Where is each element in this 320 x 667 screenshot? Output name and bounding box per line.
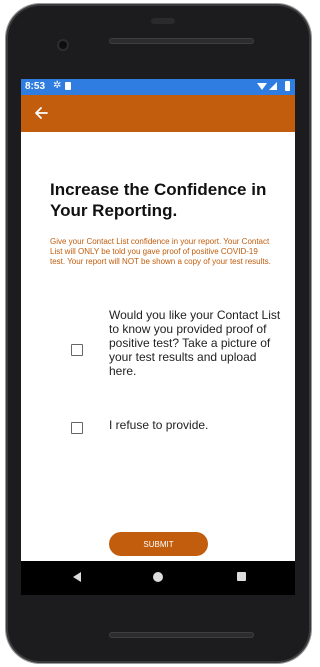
app-bar: [21, 95, 295, 132]
top-speaker: [151, 18, 175, 24]
nav-recents-icon[interactable]: [237, 572, 246, 581]
bottom-speaker: [109, 632, 254, 638]
nav-back-icon[interactable]: [73, 572, 81, 582]
refuse-checkbox[interactable]: [71, 422, 83, 434]
page-title: Increase the Confidence in Your Reportin…: [50, 180, 267, 220]
provide-proof-label: Would you like your Contact List to know…: [109, 308, 281, 378]
wifi-icon: [257, 83, 267, 90]
status-time: 8:53: [25, 81, 46, 92]
battery-icon: [285, 81, 290, 91]
sim-card-icon: [65, 82, 71, 90]
status-bar: 8:53 ✲: [21, 79, 295, 95]
arrow-left-icon[interactable]: [31, 103, 51, 123]
cell-signal-icon: [269, 82, 277, 90]
info-text: Give your Contact List confidence in you…: [50, 237, 271, 266]
phone-screen: 8:53 ✲ Increase the Confidence in Your R…: [21, 79, 295, 561]
provide-proof-checkbox[interactable]: [71, 344, 83, 356]
android-nav-bar: [21, 561, 295, 595]
refuse-label: I refuse to provide.: [109, 418, 209, 432]
front-camera: [59, 41, 67, 49]
settings-icon: ✲: [53, 80, 62, 91]
nav-home-icon[interactable]: [153, 572, 163, 582]
earpiece-speaker: [109, 38, 254, 44]
main-content: Increase the Confidence in Your Reportin…: [21, 132, 295, 561]
submit-button[interactable]: SUBMIT: [109, 532, 208, 556]
